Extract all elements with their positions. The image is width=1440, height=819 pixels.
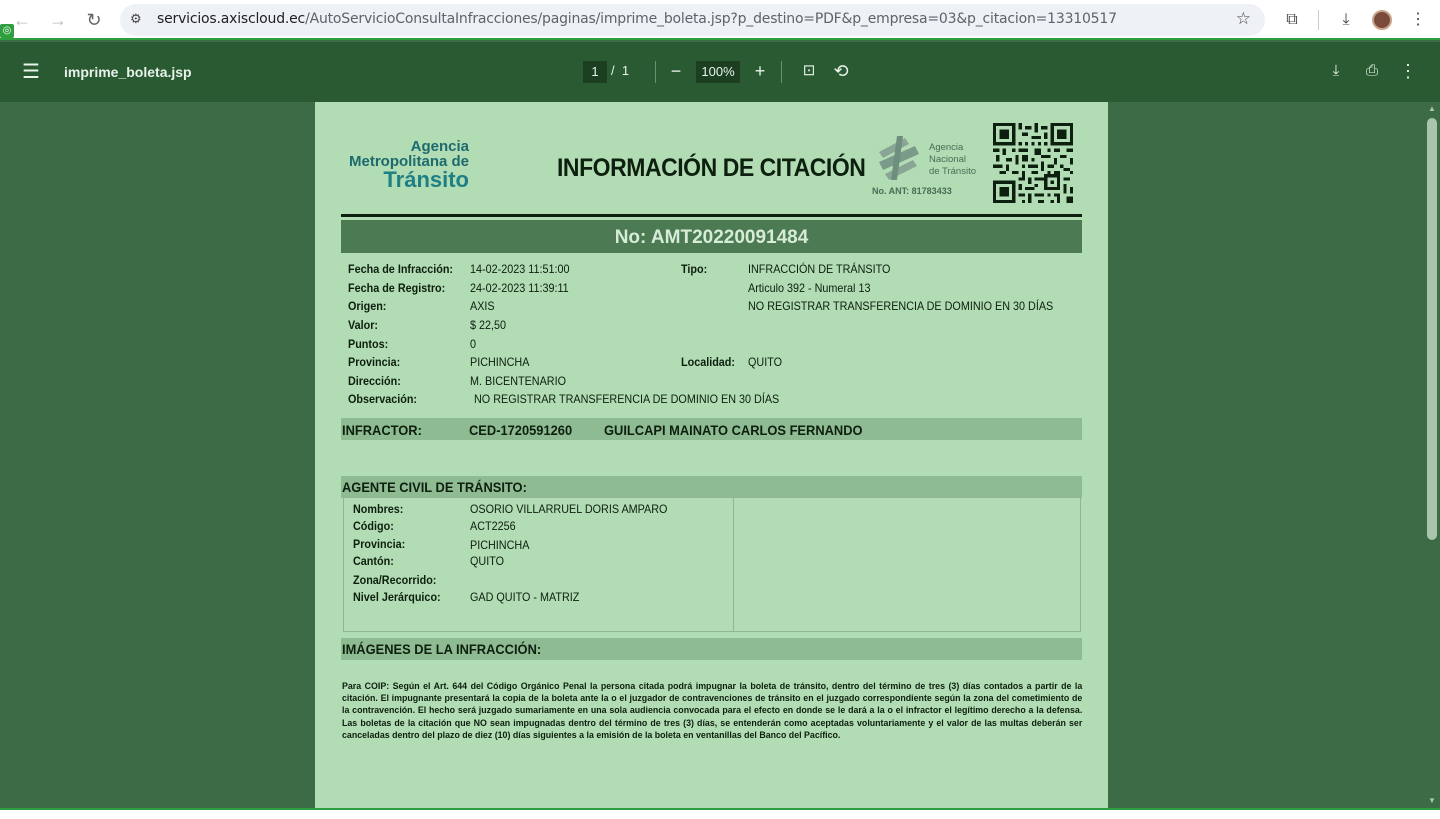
zoom-out-button[interactable]: − bbox=[664, 59, 688, 83]
url-host: servicios.axiscloud.ec bbox=[157, 11, 306, 27]
more-vert-icon[interactable]: ⋮ bbox=[1396, 59, 1420, 83]
page-title: INFORMACIÓN DE CITACIÓN bbox=[557, 154, 866, 182]
direccion-label: Dirección: bbox=[348, 374, 401, 388]
articulo-value: Articulo 392 - Numeral 13 bbox=[748, 281, 871, 295]
descripcion-value: NO REGISTRAR TRANSFERENCIA DE DOMINIO EN… bbox=[748, 299, 1054, 313]
avatar[interactable] bbox=[1372, 10, 1392, 30]
fit-page-icon[interactable]: ⊡ bbox=[797, 59, 821, 83]
pdf-page: Agencia Metropolitana de Tránsito INFORM… bbox=[315, 102, 1108, 809]
bottom-strip bbox=[0, 810, 1440, 819]
reload-icon[interactable]: ↻ bbox=[82, 8, 106, 32]
pdf-toolbar: ☰ imprime_boleta.jsp 1 / 1 − 100% + ⊡ ⟲ … bbox=[0, 42, 1440, 102]
toolbar-separator bbox=[655, 61, 656, 83]
valor-value: $ 22,50 bbox=[470, 318, 507, 332]
rotate-icon[interactable]: ⟲ bbox=[829, 59, 853, 83]
extensions-icon[interactable]: ⧉ bbox=[1280, 8, 1304, 32]
page-separator: / bbox=[611, 63, 615, 78]
forward-arrow-icon[interactable]: → bbox=[46, 8, 70, 32]
agente-box-divider bbox=[733, 497, 734, 632]
zoom-level-input[interactable]: 100% bbox=[696, 61, 740, 83]
page-number-input[interactable]: 1 bbox=[583, 61, 607, 83]
logo-line1: Agencia bbox=[410, 138, 469, 155]
logo-line3: Tránsito bbox=[383, 167, 469, 192]
qr-code bbox=[993, 123, 1073, 203]
fecha-infraccion-label: Fecha de Infracción: bbox=[348, 262, 454, 276]
provincia-value: PICHINCHA bbox=[470, 355, 530, 369]
imagenes-heading: IMÁGENES DE LA INFRACCIÓN: bbox=[342, 641, 542, 657]
toolbar-separator bbox=[781, 61, 782, 83]
pdf-file-name: imprime_boleta.jsp bbox=[64, 64, 192, 80]
address-bar[interactable]: ⚙ servicios.axiscloud.ec/AutoServicioCon… bbox=[120, 4, 1265, 36]
infractor-id: CED-1720591260 bbox=[469, 422, 573, 438]
scroll-up-icon[interactable]: ▲ bbox=[1427, 104, 1437, 113]
agente-canton-value: QUITO bbox=[470, 554, 505, 568]
legal-notice: Para COIP: Según el Art. 644 del Código … bbox=[342, 681, 1082, 742]
localidad-value: QUITO bbox=[748, 355, 783, 369]
amt-logo: Agencia Metropolitana de Tránsito bbox=[343, 139, 469, 191]
page-count: / 1 bbox=[611, 63, 629, 78]
agente-provincia-value: PICHINCHA bbox=[470, 538, 530, 552]
puntos-label: Puntos: bbox=[348, 337, 389, 351]
agente-nombres-label: Nombres: bbox=[353, 502, 404, 516]
agente-codigo-value: ACT2256 bbox=[470, 519, 516, 533]
zoom-in-button[interactable]: + bbox=[748, 59, 772, 83]
browser-toolbar: ← → ↻ ⚙ servicios.axiscloud.ec/AutoServi… bbox=[0, 0, 1440, 40]
agente-zona-label: Zona/Recorrido: bbox=[353, 573, 437, 587]
agente-heading: AGENTE CIVIL DE TRÁNSITO: bbox=[342, 479, 527, 495]
agente-nombres-value: OSORIO VILLARRUEL DORIS AMPARO bbox=[470, 502, 668, 516]
origen-value: AXIS bbox=[470, 299, 495, 313]
fecha-registro-label: Fecha de Registro: bbox=[348, 281, 446, 295]
infractor-label: INFRACTOR: bbox=[342, 422, 422, 438]
agente-codigo-label: Código: bbox=[353, 519, 394, 533]
agente-box bbox=[343, 497, 1081, 632]
url-path: /AutoServicioConsultaInfracciones/pagina… bbox=[305, 11, 1117, 27]
citation-number-bar: No: AMT20220091484 bbox=[341, 220, 1082, 253]
scrollbar-thumb[interactable] bbox=[1427, 118, 1437, 540]
toolbar-divider bbox=[1318, 10, 1319, 30]
ant-line3: de Tránsito bbox=[929, 165, 976, 177]
total-pages: 1 bbox=[621, 63, 630, 78]
download-icon[interactable]: ⤓ bbox=[1324, 59, 1348, 83]
puntos-value: 0 bbox=[470, 337, 477, 351]
agente-provincia-label: Provincia: bbox=[353, 537, 406, 551]
origen-label: Origen: bbox=[348, 299, 387, 313]
observacion-value: NO REGISTRAR TRANSFERENCIA DE DOMINIO EN… bbox=[474, 392, 780, 406]
ant-line1: Agencia bbox=[929, 142, 964, 153]
site-info-icon[interactable]: ⚙ bbox=[130, 11, 142, 27]
ant-line2: Nacional bbox=[929, 153, 966, 165]
more-vert-icon[interactable]: ⋮ bbox=[1406, 8, 1430, 32]
fecha-infraccion-value: 14-02-2023 11:51:00 bbox=[470, 262, 570, 276]
agente-canton-label: Cantón: bbox=[353, 554, 394, 568]
bookmark-star-icon[interactable]: ☆ bbox=[1236, 9, 1251, 29]
ant-logo-text: Agencia Nacional de Tránsito bbox=[929, 142, 976, 178]
print-icon[interactable]: ⎙ bbox=[1360, 59, 1384, 83]
extension-badge-icon[interactable]: ◎ bbox=[0, 24, 14, 38]
legal-notice-text: Para COIP: Según el Art. 644 del Código … bbox=[342, 681, 1083, 741]
provincia-label: Provincia: bbox=[348, 355, 401, 369]
download-icon[interactable]: ⤓ bbox=[1334, 8, 1358, 32]
valor-label: Valor: bbox=[348, 318, 379, 332]
scroll-down-icon[interactable]: ▼ bbox=[1427, 796, 1437, 805]
ant-number: No. ANT: 81783433 bbox=[872, 186, 952, 196]
menu-icon[interactable]: ☰ bbox=[22, 62, 40, 82]
observacion-label: Observación: bbox=[348, 392, 418, 406]
agente-nivel-label: Nivel Jerárquico: bbox=[353, 590, 441, 604]
url-text[interactable]: servicios.axiscloud.ec/AutoServicioConsu… bbox=[157, 11, 1117, 27]
direccion-value: M. BICENTENARIO bbox=[470, 374, 567, 388]
citation-number: No: AMT20220091484 bbox=[614, 227, 809, 248]
infractor-name: GUILCAPI MAINATO CARLOS FERNANDO bbox=[604, 422, 863, 438]
tipo-label: Tipo: bbox=[681, 262, 708, 276]
header-rule bbox=[341, 214, 1082, 217]
fecha-registro-value: 24-02-2023 11:39:11 bbox=[470, 281, 569, 295]
ant-logo-icon bbox=[879, 136, 919, 180]
localidad-label: Localidad: bbox=[681, 355, 736, 369]
agente-nivel-value: GAD QUITO - MATRIZ bbox=[470, 590, 580, 604]
tipo-value: INFRACCIÓN DE TRÁNSITO bbox=[748, 262, 891, 276]
